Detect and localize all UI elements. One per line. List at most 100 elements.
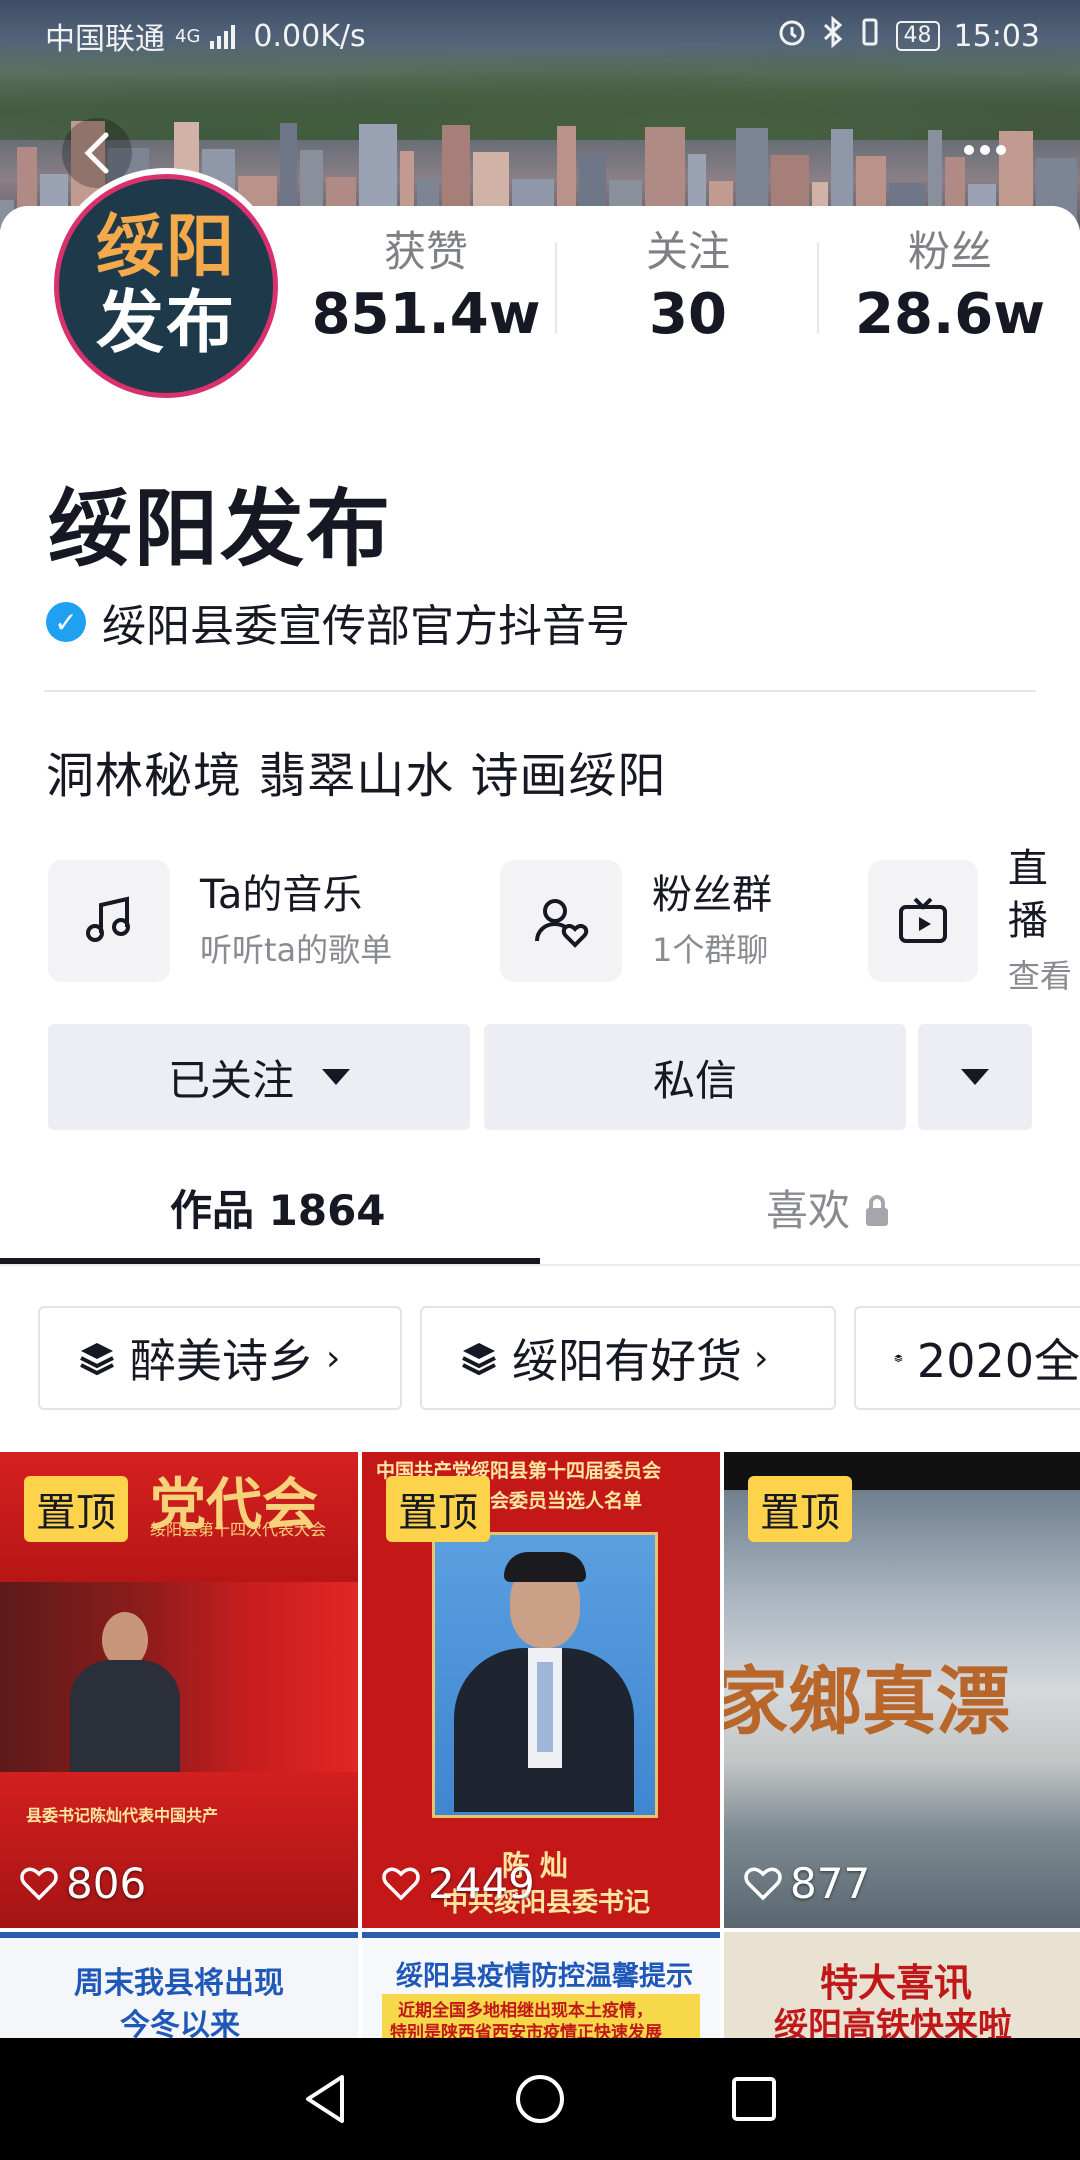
stat-following[interactable]: 关注 30 [568, 226, 808, 350]
pinned-badge: 置顶 [24, 1476, 128, 1542]
music-entry[interactable]: Ta的音乐 听听ta的歌单 [48, 860, 392, 982]
vibrate-icon [858, 16, 882, 56]
video-likes: 877 [744, 1859, 870, 1908]
verified-check-icon: ✓ [46, 602, 86, 642]
portrait-figure [454, 1552, 634, 1812]
stat-likes[interactable]: 获赞 851.4w [306, 226, 546, 350]
avatar[interactable]: 绥阳 发布 [54, 174, 278, 398]
caret-down-icon [961, 1069, 989, 1085]
live-tv-icon [868, 860, 978, 982]
profile-bio: 洞林秘境 翡翠山水 诗画绥阳 [46, 748, 667, 804]
pinned-badge: 置顶 [748, 1476, 852, 1542]
stat-label: 粉丝 [907, 227, 992, 276]
avatar-text-bottom: 发布 [95, 284, 236, 363]
video-tile[interactable]: 绥阳县疫情防控温馨提示 近期全国多地相继出现本土疫情， 特别是陕西省西安市疫情正… [362, 1932, 720, 2046]
clock: 15:03 [953, 18, 1040, 54]
video-likes: 806 [20, 1859, 146, 1908]
collection-label: 绥阳有好货 [512, 1334, 742, 1388]
stat-value: 851.4w [311, 282, 541, 347]
stat-label: 关注 [645, 227, 730, 276]
collection-chip[interactable]: 2020全 [854, 1306, 1080, 1410]
feature-subtitle: 查看 [1007, 957, 1072, 995]
collection-label: 醉美诗乡 [130, 1334, 314, 1388]
tab-works[interactable]: 作品 1864 [170, 1178, 386, 1244]
heart-icon [382, 1867, 420, 1900]
more-options-button[interactable] [950, 130, 1020, 170]
bluetooth-icon [822, 15, 844, 56]
tab-likes[interactable]: 喜欢 [766, 1178, 890, 1244]
followed-label: 已关注 [167, 1055, 294, 1105]
battery-indicator: 48 [895, 21, 940, 51]
video-tile[interactable]: 特大喜讯 绥阳高铁快来啦 [724, 1932, 1080, 2040]
likes-count: 806 [66, 1859, 147, 1908]
expand-recommend-button[interactable] [918, 1024, 1032, 1130]
system-nav-bar [0, 2038, 1080, 2160]
nav-recents-icon[interactable] [730, 2075, 778, 2123]
verification-row: ✓ 绥阳县委宣传部官方抖音号 [46, 590, 630, 654]
music-note-icon [48, 860, 170, 982]
status-bar: 中国联通 4G 0.00K/s 48 15:03 [45, 14, 1040, 58]
carrier-label: 中国联通 [45, 22, 165, 57]
video-text: 绥阳县疫情防控温馨提示 [396, 1961, 693, 1992]
lock-icon [866, 1195, 889, 1226]
more-dot-icon [980, 145, 990, 155]
heart-icon [744, 1867, 782, 1900]
chevron-right-icon: › [326, 1337, 341, 1379]
stat-divider [555, 242, 557, 334]
caret-down-icon [322, 1069, 350, 1085]
stat-divider [817, 242, 819, 334]
divider [44, 690, 1036, 692]
signal-icon [210, 23, 236, 49]
pinned-badge: 置顶 [386, 1476, 490, 1542]
heart-icon [20, 1867, 58, 1900]
collection-chip[interactable]: 醉美诗乡 › [38, 1306, 402, 1410]
video-banner-sub: 绥阳县第十四次代表大会 [150, 1520, 327, 1539]
live-entry[interactable]: 直播 查看 [868, 846, 1080, 995]
chevron-right-icon: › [754, 1337, 769, 1379]
video-banner-text: 家鄉真漂 [724, 1659, 1010, 1745]
more-dot-icon [996, 145, 1006, 155]
video-tile[interactable]: 党代会 绥阳县第十四次代表大会 县委书记陈灿代表中国共产 置顶 806 [0, 1452, 358, 1928]
likes-count: 877 [790, 1859, 871, 1908]
video-tile[interactable]: 周末我县将出现 今冬以来 [0, 1932, 358, 2046]
video-text: 绥阳高铁快来啦 [774, 2006, 1012, 2040]
stat-label: 获赞 [383, 227, 468, 276]
avatar-text-top: 绥阳 [95, 208, 236, 287]
layers-icon [80, 1343, 114, 1376]
collection-label: 2020全 [916, 1334, 1080, 1388]
video-text: 周末我县将出现 [74, 1966, 284, 2001]
chevron-left-icon [84, 132, 109, 174]
more-dot-icon [964, 145, 974, 155]
nav-home-icon[interactable] [514, 2073, 566, 2125]
feature-title: Ta的音乐 [200, 872, 363, 918]
verification-text: 绥阳县委宣传部官方抖音号 [102, 601, 630, 652]
video-tile[interactable]: 中国共产党绥阳县第十四届委员会 委员会委员当选人名单 陈 灿 中共绥阳县委书记 … [362, 1452, 720, 1928]
stat-followers[interactable]: 粉丝 28.6w [830, 226, 1070, 350]
feature-subtitle: 1个群聊 [652, 931, 769, 969]
layers-icon [894, 1354, 903, 1363]
speaker-figure [70, 1612, 180, 1792]
network-speed: 0.00K/s [253, 18, 366, 54]
divider [0, 1264, 1080, 1266]
feature-title: 粉丝群 [652, 872, 772, 918]
profile-name: 绥阳发布 [48, 480, 393, 578]
fans-group-icon [500, 860, 622, 982]
nav-back-icon[interactable] [302, 2073, 350, 2125]
likes-count: 2449 [428, 1859, 535, 1908]
followed-button[interactable]: 已关注 [48, 1024, 470, 1130]
video-likes: 2449 [382, 1859, 535, 1908]
feature-subtitle: 听听ta的歌单 [200, 931, 393, 969]
alarm-icon [776, 16, 808, 56]
fans-group-entry[interactable]: 粉丝群 1个群聊 [500, 860, 772, 982]
network-label: 4G [175, 25, 201, 47]
stat-value: 30 [649, 282, 727, 347]
collection-chip[interactable]: 绥阳有好货 › [420, 1306, 836, 1410]
message-label: 私信 [652, 1055, 737, 1105]
layers-icon [462, 1343, 496, 1376]
tab-likes-label: 喜欢 [766, 1186, 851, 1235]
video-tile[interactable]: 家鄉真漂 置顶 877 [724, 1452, 1080, 1928]
stat-value: 28.6w [855, 282, 1045, 347]
message-button[interactable]: 私信 [484, 1024, 906, 1130]
feature-title: 直播 [1007, 846, 1048, 944]
video-headline: 县委书记陈灿代表中国共产 [26, 1806, 219, 1825]
